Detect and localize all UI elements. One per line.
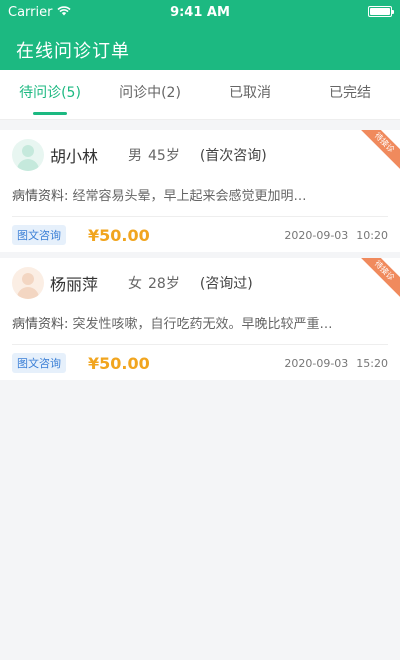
status-time: 9:41 AM	[170, 4, 230, 20]
consult-type-badge: 图文咨询	[12, 225, 66, 245]
patient-age: 45岁	[148, 148, 180, 164]
patient-gender: 女	[128, 276, 142, 292]
order-card[interactable]: 待接诊 胡小林 男 45岁 (首次咨询) 病情资料: 经常容易头晕，早上起来会感…	[0, 130, 400, 252]
app-header: Carrier 9:41 AM 在线问诊订单	[0, 0, 400, 70]
tab-cancelled[interactable]: 已取消	[200, 70, 300, 119]
tab-pending[interactable]: 待问诊(5)	[0, 70, 100, 119]
patient-age: 28岁	[148, 276, 180, 292]
condition-description: 病情资料: 突发性咳嗽，自行吃药无效。早晚比较严重…	[12, 308, 388, 340]
avatar	[12, 139, 44, 171]
condition-text: 突发性咳嗽，自行吃药无效。早晚比较严重…	[72, 317, 333, 332]
consult-type-badge: 图文咨询	[12, 353, 66, 373]
condition-text: 经常容易头晕，早上起来会感觉更加明…	[72, 189, 307, 204]
order-price: ¥50.00	[88, 353, 150, 373]
order-price: ¥50.00	[88, 225, 150, 245]
condition-description: 病情资料: 经常容易头晕，早上起来会感觉更加明…	[12, 180, 388, 212]
patient-gender: 男	[128, 148, 142, 164]
order-clock: 15:20	[356, 356, 388, 370]
order-date: 2020-09-03	[284, 228, 349, 242]
tab-completed[interactable]: 已完结	[300, 70, 400, 119]
avatar	[12, 267, 44, 299]
order-date: 2020-09-03	[284, 356, 349, 370]
tab-in-progress[interactable]: 问诊中(2)	[100, 70, 200, 119]
order-status-tabs: 待问诊(5) 问诊中(2) 已取消 已完结	[0, 70, 400, 120]
order-time: 2020-09-03 15:20	[284, 357, 388, 370]
order-card[interactable]: 待接诊 杨丽萍 女 28岁 (咨询过) 病情资料: 突发性咳嗽，自行吃药无效。早…	[0, 258, 400, 380]
patient-name: 胡小林	[50, 147, 99, 166]
order-clock: 10:20	[356, 228, 388, 242]
battery-icon	[368, 6, 394, 17]
visit-type: (首次咨询)	[199, 148, 267, 164]
visit-type: (咨询过)	[199, 276, 253, 292]
condition-label: 病情资料:	[12, 317, 69, 332]
page-title: 在线问诊订单	[16, 41, 130, 62]
patient-name: 杨丽萍	[50, 275, 99, 294]
condition-label: 病情资料:	[12, 189, 69, 204]
status-bar: Carrier 9:41 AM	[0, 0, 400, 24]
order-time: 2020-09-03 10:20	[284, 229, 388, 242]
order-list: 待接诊 胡小林 男 45岁 (首次咨询) 病情资料: 经常容易头晕，早上起来会感…	[0, 120, 400, 380]
